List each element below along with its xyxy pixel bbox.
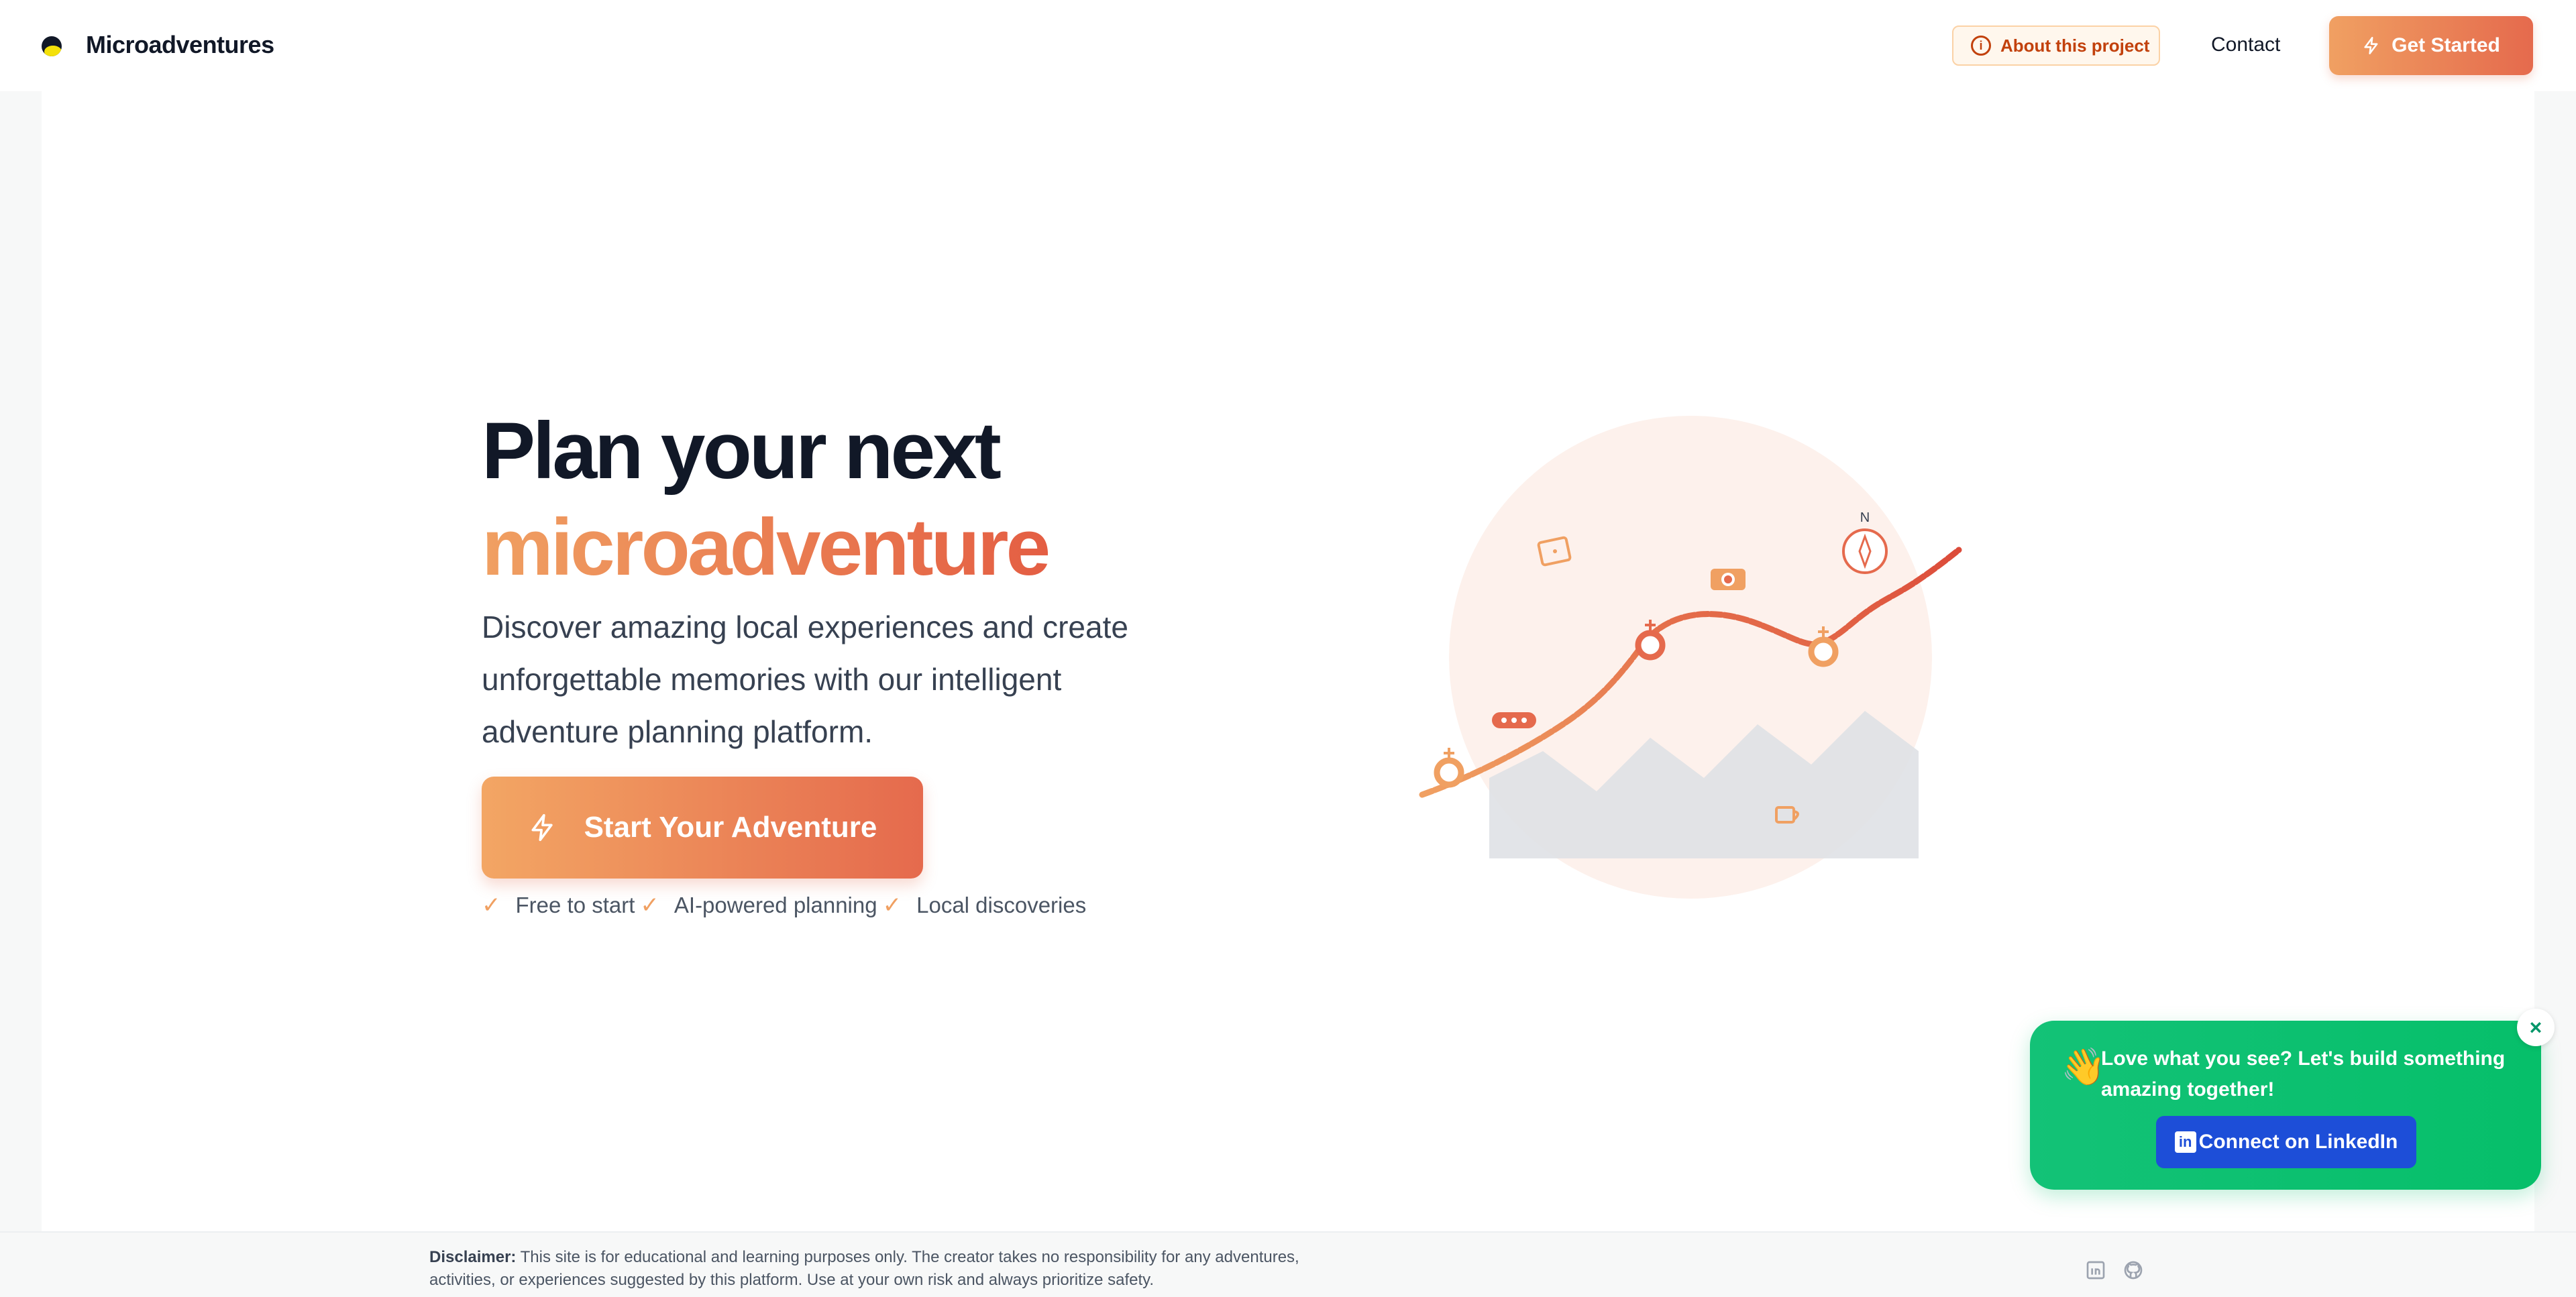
connect-linkedin-label: Connect on LinkedIn xyxy=(2198,1131,2398,1153)
feature-label: Free to start xyxy=(515,893,635,917)
top-navbar: Microadventures i About this project Con… xyxy=(0,0,2576,91)
github-icon[interactable] xyxy=(2123,1259,2144,1281)
disclaimer-text: This site is for educational and learnin… xyxy=(429,1248,1299,1289)
contact-link[interactable]: Contact xyxy=(2211,34,2280,56)
start-adventure-button[interactable]: Start Your Adventure xyxy=(482,777,923,879)
check-icon: ✓ xyxy=(882,893,902,918)
waving-hand-icon: 👋 xyxy=(2061,1047,2106,1087)
lightning-icon xyxy=(531,813,553,842)
check-icon: ✓ xyxy=(640,893,659,918)
get-started-label: Get Started xyxy=(2392,34,2500,56)
compass-north-label: N xyxy=(1860,510,1870,525)
about-project-button[interactable]: i About this project xyxy=(1952,25,2160,66)
hero-title: Plan your next microadventure xyxy=(482,402,1051,596)
adventure-illustration: N xyxy=(1419,416,1962,899)
lightning-icon xyxy=(2364,37,2378,54)
camera-icon xyxy=(1711,569,1746,590)
linkedin-icon: in xyxy=(2174,1131,2196,1153)
waypoint-start xyxy=(1434,748,1464,788)
start-adventure-label: Start Your Adventure xyxy=(584,811,877,844)
chat-bubble-icon xyxy=(1492,712,1536,728)
footer: Disclaimer: This site is for educational… xyxy=(0,1231,2576,1297)
about-project-label: About this project xyxy=(2000,35,2150,56)
feature-item: ✓ Local discoveries xyxy=(883,892,1087,919)
feature-item: ✓ Free to start xyxy=(482,892,635,919)
connect-linkedin-button[interactable]: in Connect on LinkedIn xyxy=(2156,1116,2416,1168)
footer-social-links xyxy=(2085,1259,2144,1281)
check-icon: ✓ xyxy=(482,893,501,918)
feature-label: AI-powered planning xyxy=(674,893,877,917)
feature-item: ✓ AI-powered planning xyxy=(640,892,877,919)
hero-title-accent: microadventure xyxy=(482,499,1051,596)
logo-icon[interactable] xyxy=(42,36,62,56)
disclaimer: Disclaimer: This site is for educational… xyxy=(429,1246,1315,1292)
hero-title-line1: Plan your next xyxy=(482,406,1002,496)
close-icon[interactable]: × xyxy=(2517,1009,2555,1046)
get-started-button[interactable]: Get Started xyxy=(2329,16,2533,75)
disclaimer-label: Disclaimer: xyxy=(429,1248,517,1266)
feature-list: ✓ Free to start ✓ AI-powered planning ✓ … xyxy=(482,892,1091,919)
linkedin-icon[interactable] xyxy=(2085,1259,2106,1281)
brand-name[interactable]: Microadventures xyxy=(86,31,274,59)
popup-message: Love what you see? Let's build something… xyxy=(2101,1048,2506,1101)
hero-subtitle: Discover amazing local experiences and c… xyxy=(482,610,1128,749)
feature-label: Local discoveries xyxy=(916,893,1087,917)
info-icon: i xyxy=(1971,36,1991,56)
